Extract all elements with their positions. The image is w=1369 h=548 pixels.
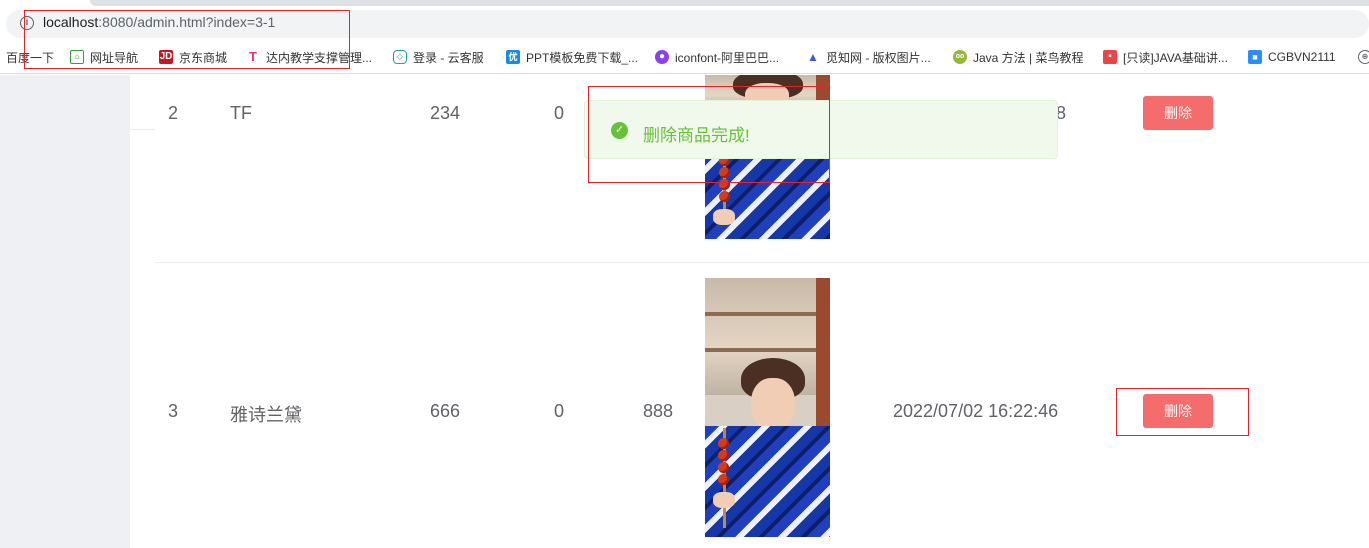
side-panel <box>0 75 130 548</box>
bookmark-baidu[interactable]: 百度一下 <box>6 49 54 65</box>
mizhi-icon: ▲ <box>806 50 820 64</box>
bookmark-tarena[interactable]: T 达内教学支撑管理... <box>246 49 372 65</box>
row-divider <box>155 262 1369 263</box>
check-circle-icon: ✓ <box>611 122 628 139</box>
doc-icon: ▪ <box>1103 50 1117 64</box>
toast-message: 删除商品完成! <box>643 126 750 145</box>
cell-name: 雅诗兰黛 <box>230 405 302 425</box>
jd-icon: JD <box>159 50 173 64</box>
bookmark-java-doc[interactable]: ▪ [只读]JAVA基础讲... <box>1103 49 1228 65</box>
bookmark-runoob[interactable]: oo Java 方法 | 菜鸟教程 <box>953 49 1083 65</box>
cell-time: 2022/07/02 16:22:46 <box>893 401 1059 421</box>
cell-price: 666 <box>430 401 461 421</box>
cell-id: 2 <box>168 103 179 123</box>
ppt-icon: 优 <box>506 50 520 64</box>
product-image <box>705 278 830 537</box>
table-divider <box>130 129 155 130</box>
cell-col4: 0 <box>554 401 565 421</box>
site-info-icon[interactable]: i <box>20 16 34 30</box>
cloud-service-icon: ◇ <box>393 50 407 64</box>
bookmark-ppt[interactable]: 优 PPT模板免费下载_... <box>506 49 638 65</box>
iconfont-icon: ● <box>655 50 669 64</box>
cell-name: TF <box>230 103 252 123</box>
cell-price: 234 <box>430 103 461 123</box>
2345-nav-icon: ⌂ <box>70 50 84 64</box>
browser-tabstrip <box>0 0 1369 8</box>
zoom-icon: ■ <box>1248 50 1262 64</box>
cell-col4: 0 <box>554 103 565 123</box>
globe-icon: ⊕ <box>1358 50 1369 64</box>
bookmark-cloud-service[interactable]: ◇ 登录 - 云客服 <box>393 49 484 65</box>
url-text[interactable]: localhost:8080/admin.html?index=3-1 <box>43 14 275 30</box>
bookmark-iconfont[interactable]: ● iconfont-阿里巴巴... <box>655 49 779 65</box>
delete-button[interactable]: 删除 <box>1143 96 1213 130</box>
bookmark-jd[interactable]: JD 京东商城 <box>159 49 227 65</box>
bookmark-cgbvn2111[interactable]: ■ CGBVN2111 <box>1248 49 1336 65</box>
bookmark-overflow[interactable]: ⊕ <box>1358 49 1369 65</box>
runoob-icon: oo <box>953 50 967 64</box>
cell-col5: 888 <box>643 401 674 421</box>
success-toast: ✓ 删除商品完成! <box>584 100 1058 159</box>
tarena-icon: T <box>246 50 260 64</box>
cell-id: 3 <box>168 401 179 421</box>
bookmark-nav[interactable]: ⌂ 网址导航 <box>70 49 138 65</box>
bookmarks-bar: 百度一下 ⌂ 网址导航 JD 京东商城 T 达内教学支撑管理... ◇ 登录 -… <box>0 40 1369 74</box>
bookmark-mizhi[interactable]: ▲ 觅知网 - 版权图片... <box>806 49 931 65</box>
delete-button[interactable]: 删除 <box>1143 394 1213 428</box>
